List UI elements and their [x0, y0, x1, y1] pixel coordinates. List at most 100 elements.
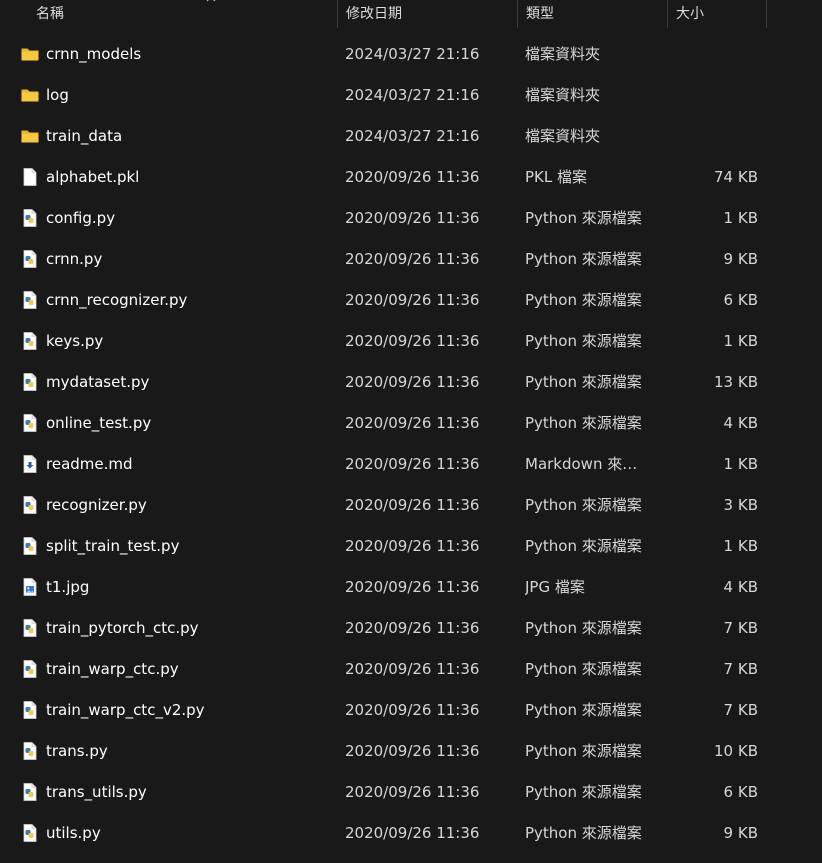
- file-row[interactable]: keys.py 2020/09/26 11:36 Python 來源檔案 1 KB: [0, 321, 822, 362]
- column-header-size[interactable]: 大小: [667, 0, 767, 28]
- file-name: alphabet.pkl: [46, 168, 140, 186]
- python-file-icon: [20, 495, 40, 515]
- file-type: Python 來源檔案: [525, 250, 642, 268]
- markdown-file-icon: [20, 454, 40, 474]
- file-modified: 2020/09/26 11:36: [345, 291, 480, 309]
- file-modified: 2020/09/26 11:36: [345, 660, 480, 678]
- file-row[interactable]: recognizer.py 2020/09/26 11:36 Python 來源檔案…: [0, 485, 822, 526]
- file-name: crnn.py: [46, 250, 103, 268]
- column-header-modified[interactable]: 修改日期: [337, 0, 517, 28]
- file-size: 1 KB: [723, 537, 758, 555]
- file-name: mydataset.py: [46, 373, 150, 391]
- file-size: 1 KB: [723, 332, 758, 350]
- file-modified: 2020/09/26 11:36: [345, 332, 480, 350]
- file-size: 7 KB: [723, 701, 758, 719]
- python-file-icon: [20, 372, 40, 392]
- file-type: 檔案資料夾: [525, 86, 601, 104]
- file-row[interactable]: trans.py 2020/09/26 11:36 Python 來源檔案 10 KB: [0, 731, 822, 772]
- file-row[interactable]: crnn.py 2020/09/26 11:36 Python 來源檔案 9 KB: [0, 239, 822, 280]
- file-size: 13 KB: [714, 373, 758, 391]
- file-size: 7 KB: [723, 619, 758, 637]
- column-header-name-label: 名稱: [36, 6, 64, 22]
- file-modified: 2020/09/26 11:36: [345, 250, 480, 268]
- file-row[interactable]: readme.md 2020/09/26 11:36 Markdown 來源檔案 1 …: [0, 444, 822, 485]
- file-row[interactable]: split_train_test.py 2020/09/26 11:36 Pytho…: [0, 526, 822, 567]
- file-name: crnn_recognizer.py: [46, 291, 188, 309]
- file-row[interactable]: utils.py 2020/09/26 11:36 Python 來源檔案 9 KB: [0, 813, 822, 854]
- file-type: Python 來源檔案: [525, 824, 642, 842]
- file-size: 6 KB: [723, 783, 758, 801]
- file-row[interactable]: mydataset.py 2020/09/26 11:36 Python 來源檔案 1…: [0, 362, 822, 403]
- file-type: Python 來源檔案: [525, 209, 642, 227]
- file-row[interactable]: train_warp_ctc.py 2020/09/26 11:36 Python …: [0, 649, 822, 690]
- file-name: crnn_models: [46, 45, 142, 63]
- python-file-icon: [20, 700, 40, 720]
- file-modified: 2020/09/26 11:36: [345, 701, 480, 719]
- file-type: Python 來源檔案: [525, 701, 642, 719]
- python-file-icon: [20, 741, 40, 761]
- file-modified: 2020/09/26 11:36: [345, 168, 480, 186]
- column-header-type[interactable]: 類型: [517, 0, 667, 28]
- file-type: Python 來源檔案: [525, 537, 642, 555]
- folder-icon: [20, 126, 40, 146]
- file-size: 74 KB: [714, 168, 758, 186]
- file-size: 1 KB: [723, 209, 758, 227]
- file-type: 檔案資料夾: [525, 127, 601, 145]
- python-file-icon: [20, 659, 40, 679]
- file-row[interactable]: train_pytorch_ctc.py 2020/09/26 11:36 Pyth…: [0, 608, 822, 649]
- file-type: Markdown 來源檔案: [525, 455, 647, 473]
- file-row[interactable]: log 2024/03/27 21:16 檔案資料夾: [0, 75, 822, 116]
- file-type: Python 來源檔案: [525, 291, 642, 309]
- sort-caret-up-icon: [206, 0, 216, 2]
- file-modified: 2024/03/27 21:16: [345, 86, 480, 104]
- file-name: t1.jpg: [46, 578, 90, 596]
- file-row[interactable]: alphabet.pkl 2020/09/26 11:36 PKL 檔案 74 KB: [0, 157, 822, 198]
- folder-icon: [20, 85, 40, 105]
- python-file-icon: [20, 208, 40, 228]
- file-name: config.py: [46, 209, 116, 227]
- file-row[interactable]: config.py 2020/09/26 11:36 Python 來源檔案 1 KB: [0, 198, 822, 239]
- file-name: train_data: [46, 127, 123, 145]
- python-file-icon: [20, 823, 40, 843]
- column-header-type-label: 類型: [526, 6, 554, 22]
- file-modified: 2020/09/26 11:36: [345, 783, 480, 801]
- file-size: 10 KB: [714, 742, 758, 760]
- file-name: readme.md: [46, 455, 133, 473]
- file-size: 7 KB: [723, 660, 758, 678]
- file-modified: 2024/03/27 21:16: [345, 127, 480, 145]
- file-name: trans_utils.py: [46, 783, 147, 801]
- file-row[interactable]: train_warp_ctc_v2.py 2020/09/26 11:36 Pyth…: [0, 690, 822, 731]
- file-size: 9 KB: [723, 824, 758, 842]
- file-size: 3 KB: [723, 496, 758, 514]
- file-type: Python 來源檔案: [525, 373, 642, 391]
- column-header-bar: 名稱 修改日期 類型 大小: [0, 0, 822, 28]
- file-list: crnn_models 2024/03/27 21:16 檔案資料夾 log 2024/…: [0, 34, 822, 854]
- file-row[interactable]: t1.jpg 2020/09/26 11:36 JPG 檔案 4 KB: [0, 567, 822, 608]
- file-row[interactable]: online_test.py 2020/09/26 11:36 Python 來源檔…: [0, 403, 822, 444]
- file-type: Python 來源檔案: [525, 496, 642, 514]
- file-row[interactable]: crnn_models 2024/03/27 21:16 檔案資料夾: [0, 34, 822, 75]
- file-row[interactable]: train_data 2024/03/27 21:16 檔案資料夾: [0, 116, 822, 157]
- file-type: JPG 檔案: [525, 578, 585, 596]
- python-file-icon: [20, 618, 40, 638]
- folder-icon: [20, 44, 40, 64]
- file-modified: 2020/09/26 11:36: [345, 373, 480, 391]
- file-name: train_warp_ctc_v2.py: [46, 701, 205, 719]
- file-row[interactable]: trans_utils.py 2020/09/26 11:36 Python 來源檔…: [0, 772, 822, 813]
- file-size: 4 KB: [723, 578, 758, 596]
- file-size: 1 KB: [723, 455, 758, 473]
- file-row[interactable]: crnn_recognizer.py 2020/09/26 11:36 Python…: [0, 280, 822, 321]
- file-name: recognizer.py: [46, 496, 147, 514]
- file-name: train_warp_ctc.py: [46, 660, 179, 678]
- column-header-size-label: 大小: [676, 6, 704, 22]
- file-modified: 2024/03/27 21:16: [345, 45, 480, 63]
- file-modified: 2020/09/26 11:36: [345, 455, 480, 473]
- file-name: train_pytorch_ctc.py: [46, 619, 199, 637]
- file-modified: 2020/09/26 11:36: [345, 578, 480, 596]
- file-name: utils.py: [46, 824, 101, 842]
- file-modified: 2020/09/26 11:36: [345, 824, 480, 842]
- file-type: Python 來源檔案: [525, 742, 642, 760]
- python-file-icon: [20, 782, 40, 802]
- column-header-name[interactable]: 名稱: [28, 0, 336, 28]
- python-file-icon: [20, 290, 40, 310]
